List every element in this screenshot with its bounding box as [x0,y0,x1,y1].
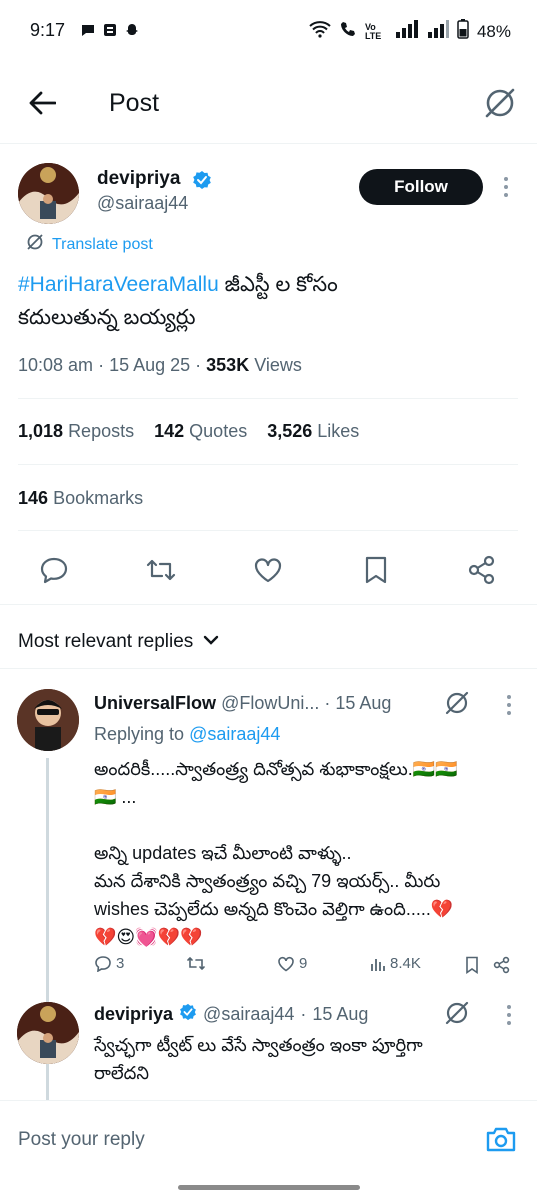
camera-icon[interactable] [485,1125,517,1158]
reply-text-line: స్వేచ్ఛగా ట్వీట్ లు వేసే స్వాతంత్రం ఇంకా… [94,1035,423,1055]
chevron-down-icon [203,633,219,651]
actions-divider [0,604,537,605]
reply-view-count: 8.4K [390,955,421,972]
reply-avatar[interactable] [17,689,79,751]
reposts-stat[interactable]: 1,018 Reposts [18,421,134,442]
reply-text-line: రాలేదని [94,1063,149,1083]
tweet-text: #HariHaraVeeraMallu జీఎస్టీ ల కోసం కదులు… [18,268,518,334]
reply-composer: Post your reply [0,1100,537,1201]
hashtag-link[interactable]: #HariHaraVeeraMallu [18,273,219,296]
battery-icon [457,19,469,44]
reply-reply-count: 3 [116,955,125,972]
verified-badge-icon [179,1003,197,1026]
bookmark-icon[interactable] [363,555,389,590]
top-bar: Post [0,64,537,144]
like-icon[interactable] [253,557,283,588]
stats-divider [18,464,518,465]
author-handle[interactable]: @sairaaj44 [97,193,188,214]
reply-text: స్వేచ్ఛగా ట్వీట్ లు వేసే స్వాతంత్రం ఇంకా… [94,1031,514,1087]
reply-date: 15 Aug [335,693,392,713]
call-icon [339,20,357,43]
avatar[interactable] [18,163,79,224]
sort-divider [0,668,537,669]
tweet-date: 15 Aug 25 [109,355,191,375]
reply-like-count: 9 [299,955,308,972]
translate-icon [26,233,44,256]
volte-label: Vo LTE [364,21,382,41]
snapchat-icon [124,22,140,43]
reply-text-line: అన్ని updates ఇచే మీలాంటి వాళ్ళు.. [94,843,352,863]
back-arrow-icon[interactable] [28,90,57,121]
reply-text-line: 💔😍💓💔💔 [94,927,203,947]
bookmarks-stat[interactable]: 146 Bookmarks [18,488,143,509]
reply-text-line: 🇮🇳 ... [94,787,137,807]
translate-post-link[interactable]: Translate post [26,233,153,256]
repost-icon[interactable] [145,557,177,588]
reply-text: అందరికీ.....స్వాతంత్ర్య దినోత్సవ శుభాకాం… [94,755,514,951]
reply-text-line: మన దేశానికి స్వాతంత్ర్యం వచ్చి 79 ఇయర్స్… [94,871,441,891]
reply-reply-button[interactable]: 3 [94,955,124,972]
reply-actions: 3 9 8.4K [94,955,514,977]
status-right: Vo LTE 48% [309,19,511,44]
no-translate-icon[interactable] [483,86,517,125]
reply-text-line: అందరికీ.....స్వాతంత్ర్య దినోత్సవ శుభాకాం… [94,759,458,779]
follow-button[interactable]: Follow [359,169,483,205]
reply-avatar[interactable] [17,1002,79,1064]
reply-input[interactable]: Post your reply [18,1129,145,1151]
reply-author-name[interactable]: devipriya [94,1004,173,1025]
app-icon [102,22,118,43]
reply-author-name[interactable]: UniversalFlow [94,693,216,713]
tweet-meta: 10:08 am · 15 Aug 25 · 353K Views [18,355,302,375]
replies-sort-label: Most relevant replies [18,631,194,652]
quotes-stat[interactable]: 142 Quotes [154,421,247,442]
tweet-text-line2: కదులుతున్న బయ్యర్లు [18,306,196,329]
likes-stat[interactable]: 3,526 Likes [267,421,359,442]
header-divider [0,143,537,144]
tweet-text-line1: జీఎస్టీ ల కోసం [218,273,338,296]
views-label: Views [254,355,302,375]
home-indicator [178,1185,360,1190]
views-count: 353K [206,355,250,375]
status-time: 9:17 [30,20,66,40]
reply-views-button[interactable]: 8.4K [370,955,421,972]
signal-2-icon [427,20,449,43]
reply-share-icon[interactable] [493,956,511,979]
status-bar: 9:17 Vo LTE 48% [0,0,537,64]
more-options-icon[interactable] [502,176,510,203]
reply-author-handle[interactable]: @sairaaj44 [203,1004,294,1025]
reply-header: UniversalFlow @FlowUni... · 15 Aug [94,693,392,713]
reply-author-handle[interactable]: @FlowUni... [221,693,319,713]
tweet-time: 10:08 am [18,355,94,375]
replies-sort-dropdown[interactable]: Most relevant replies [18,631,219,653]
reply-header: devipriya @sairaaj44 · 15 Aug [94,1003,369,1026]
replying-to-handle[interactable]: @sairaaj44 [189,724,280,744]
reply-bookmark-icon[interactable] [465,956,479,979]
tweet-actions [0,548,537,592]
replying-to: Replying to @sairaaj44 [94,724,281,744]
wifi-icon [309,20,331,43]
reply-more-icon[interactable] [505,694,513,721]
chat-icon [80,22,96,43]
verified-badge-icon [192,170,212,195]
reply-no-translate-icon[interactable] [444,1000,470,1031]
reply-text-line: wishes చెప్పలేదు అన్నది కొంచెం వెల్తిగా … [94,899,454,919]
reply-date: 15 Aug [312,1004,369,1024]
engagement-stats: 1,018 Reposts 142 Quotes 3,526 Likes [18,421,359,442]
reply-icon[interactable] [39,556,69,589]
reply-repost-button[interactable] [186,955,206,972]
reply-no-translate-icon[interactable] [444,690,470,721]
reply-like-button[interactable]: 9 [277,955,307,972]
notification-icons [80,22,140,43]
author-name[interactable]: devipriya [97,168,180,190]
page-title: Post [109,89,160,117]
bookmarks-divider [18,530,518,531]
meta-divider [18,398,518,399]
signal-icon [395,20,419,43]
reply-more-icon[interactable] [505,1004,513,1031]
battery-percent: 48% [476,21,511,41]
share-icon[interactable] [467,555,497,590]
translate-post-label: Translate post [52,235,153,253]
